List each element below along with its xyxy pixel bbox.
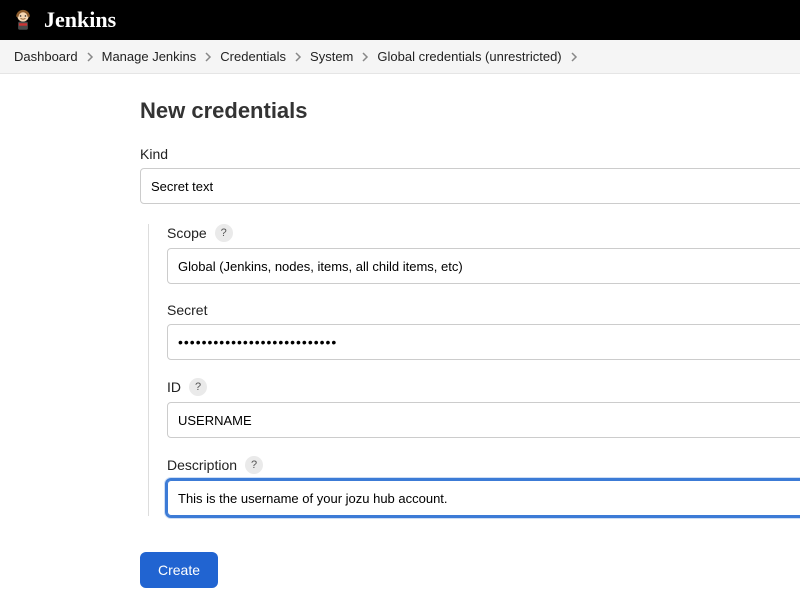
description-label: Description	[167, 457, 237, 473]
breadcrumb-global-credentials[interactable]: Global credentials (unrestricted)	[377, 49, 561, 64]
breadcrumb-dashboard[interactable]: Dashboard	[14, 49, 78, 64]
kind-field: Kind	[140, 146, 800, 204]
chevron-right-icon	[204, 52, 212, 62]
scope-label: Scope	[167, 225, 207, 241]
secret-label: Secret	[167, 302, 207, 318]
secret-input[interactable]	[167, 324, 800, 360]
breadcrumb-system[interactable]: System	[310, 49, 353, 64]
breadcrumb-manage-jenkins[interactable]: Manage Jenkins	[102, 49, 197, 64]
chevron-right-icon	[570, 52, 578, 62]
scope-select[interactable]	[167, 248, 800, 284]
scope-field: Scope ?	[167, 224, 800, 284]
page-title: New credentials	[140, 98, 800, 124]
description-input[interactable]	[167, 480, 800, 516]
help-icon[interactable]: ?	[189, 378, 207, 396]
kind-label: Kind	[140, 146, 168, 162]
create-button[interactable]: Create	[140, 552, 218, 588]
description-field: Description ?	[167, 456, 800, 516]
breadcrumb: Dashboard Manage Jenkins Credentials Sys…	[0, 40, 800, 74]
id-field: ID ?	[167, 378, 800, 438]
secret-field: Secret	[167, 302, 800, 360]
chevron-right-icon	[86, 52, 94, 62]
chevron-right-icon	[361, 52, 369, 62]
chevron-right-icon	[294, 52, 302, 62]
id-input[interactable]	[167, 402, 800, 438]
jenkins-logo-icon	[10, 7, 36, 33]
help-icon[interactable]: ?	[245, 456, 263, 474]
kind-select[interactable]	[140, 168, 800, 204]
brand-text: Jenkins	[44, 7, 116, 33]
nested-section: Scope ? Secret ID ? Description ?	[148, 224, 800, 516]
top-bar: Jenkins	[0, 0, 800, 40]
main-content: New credentials Kind Scope ? Secret	[0, 74, 800, 612]
help-icon[interactable]: ?	[215, 224, 233, 242]
breadcrumb-credentials[interactable]: Credentials	[220, 49, 286, 64]
id-label: ID	[167, 379, 181, 395]
